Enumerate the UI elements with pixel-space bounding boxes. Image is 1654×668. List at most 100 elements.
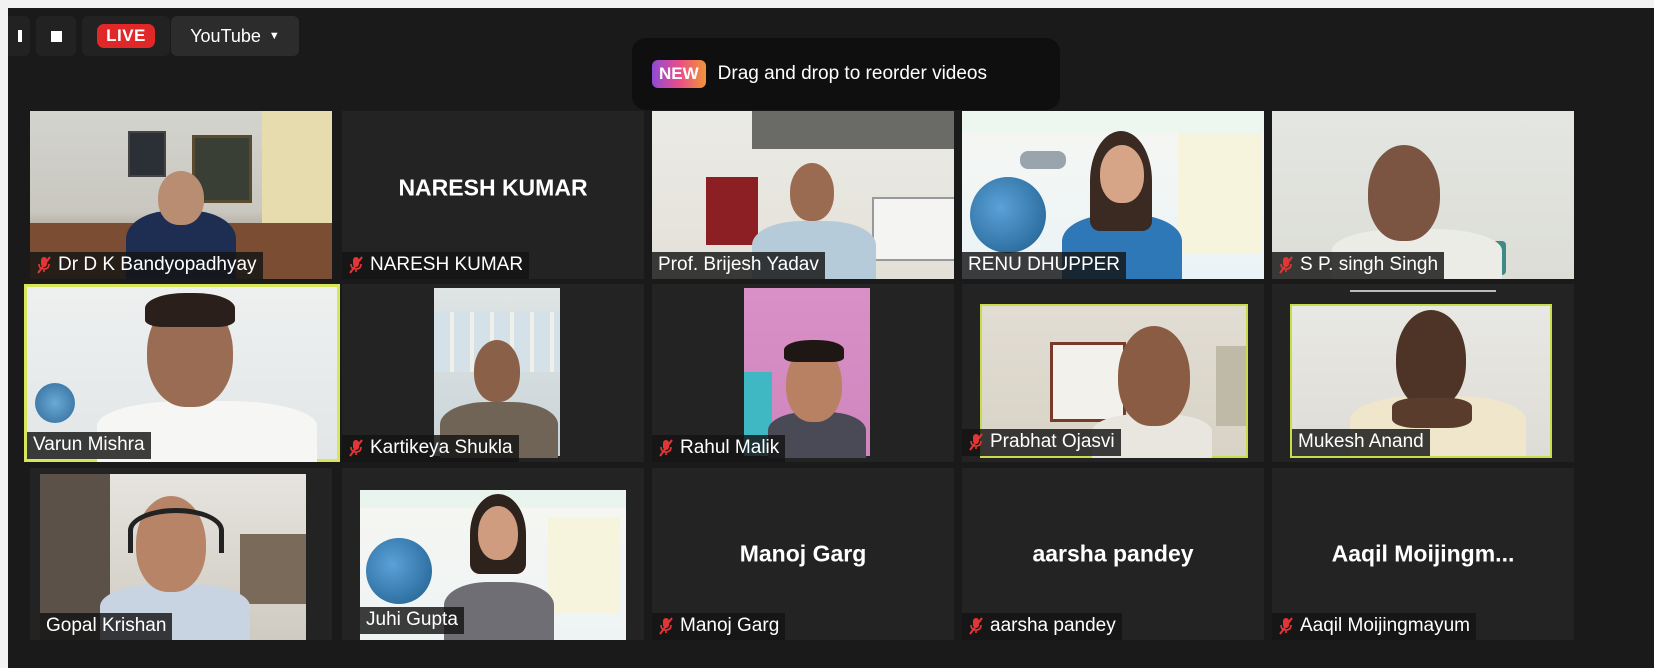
participant-name-label: Aaqil Moijingmayum — [1272, 613, 1477, 640]
pause-icon — [18, 30, 22, 42]
poster-text-panel — [548, 518, 620, 614]
live-indicator[interactable]: LIVE — [82, 16, 170, 56]
participant-name-text: Prabhat Ojasvi — [990, 431, 1115, 452]
globe-image — [35, 383, 75, 423]
person-head — [158, 171, 204, 225]
participant-name-label: Prof. Brijesh Yadav — [652, 252, 825, 279]
participant-tile[interactable]: aarsha pandey aarsha pandey — [962, 468, 1264, 640]
person-head — [1100, 145, 1144, 203]
pause-button[interactable] — [8, 16, 30, 56]
participant-name-label: Mukesh Anand — [1292, 429, 1430, 456]
participant-name-text: S P. singh Singh — [1300, 254, 1439, 275]
participant-name-text: Mukesh Anand — [1298, 431, 1424, 452]
desk-items — [240, 534, 306, 604]
person-head — [790, 163, 834, 221]
wall-frame — [128, 131, 166, 177]
participant-center-name: Aaqil Moijingm... — [1331, 540, 1515, 567]
participant-name-label: Manoj Garg — [652, 613, 786, 640]
headset — [128, 508, 224, 553]
participant-name-label: Juhi Gupta — [360, 607, 464, 634]
participant-name-label: Prabhat Ojasvi — [962, 429, 1121, 456]
muted-mic-icon — [348, 255, 364, 275]
participant-name-label: S P. singh Singh — [1272, 252, 1445, 279]
participant-name-text: Prof. Brijesh Yadav — [658, 254, 819, 275]
person-hair — [784, 340, 844, 362]
participant-tile[interactable]: Manoj Garg Manoj Garg — [652, 468, 954, 640]
person-head — [1118, 326, 1190, 426]
reorder-tip-banner: NEW Drag and drop to reorder videos — [632, 38, 1060, 110]
participant-name-text: Manoj Garg — [680, 615, 780, 636]
participant-tile[interactable]: S P. singh Singh — [1272, 111, 1574, 279]
window — [872, 197, 954, 261]
participant-name-text: Varun Mishra — [33, 434, 145, 455]
participant-center-name: NARESH KUMAR — [398, 174, 588, 201]
participant-name-text: Dr D K Bandyopadhyay — [58, 254, 257, 275]
participant-center-name: Manoj Garg — [739, 540, 867, 567]
globe-image — [366, 538, 432, 604]
participant-tile[interactable]: Prabhat Ojasvi — [962, 284, 1264, 462]
new-badge: NEW — [652, 60, 706, 88]
banner-text: Drag and drop to reorder videos — [717, 63, 987, 84]
participant-name-label: Rahul Malik — [652, 435, 786, 462]
muted-mic-icon — [968, 616, 984, 636]
streaming-platform-dropdown[interactable]: YouTube ▼ — [171, 16, 299, 56]
participant-tile[interactable]: Juhi Gupta — [342, 468, 644, 640]
participant-name-label: Kartikeya Shukla — [342, 435, 519, 462]
person-head — [1368, 145, 1440, 241]
divider — [1350, 290, 1496, 292]
participant-name-label: Varun Mishra — [27, 432, 151, 459]
platform-label: YouTube — [190, 25, 261, 46]
participant-name-text: Juhi Gupta — [366, 609, 458, 630]
participant-name-text: RENU DHUPPER — [968, 254, 1121, 275]
participant-name-text: Aaqil Moijingmayum — [1300, 615, 1471, 636]
caret-down-icon: ▼ — [268, 30, 280, 42]
muted-mic-icon — [1278, 255, 1294, 275]
participant-tile[interactable]: Gopal Krishan — [30, 468, 332, 640]
cabinet — [706, 177, 758, 245]
participant-tile[interactable]: Dr D K Bandyopadhyay — [30, 111, 332, 279]
muted-mic-icon — [658, 438, 674, 458]
person-head — [1396, 310, 1466, 408]
participant-tile[interactable]: Kartikeya Shukla — [342, 284, 644, 462]
notice-board — [1050, 342, 1126, 422]
person-hands — [1392, 398, 1472, 428]
window — [1216, 346, 1246, 426]
participant-tile[interactable]: Mukesh Anand — [1272, 284, 1574, 462]
participant-name-text: Rahul Malik — [680, 437, 780, 458]
participant-name-label: NARESH KUMAR — [342, 252, 530, 279]
participant-tile[interactable]: Rahul Malik — [652, 284, 954, 462]
participant-tile[interactable]: Prof. Brijesh Yadav — [652, 111, 954, 279]
poster-header — [962, 111, 1264, 133]
participant-name-label: Dr D K Bandyopadhyay — [30, 252, 263, 279]
person-head — [474, 340, 520, 402]
muted-mic-icon — [968, 432, 984, 452]
muted-mic-icon — [348, 438, 364, 458]
participant-center-name: aarsha pandey — [1032, 540, 1194, 567]
poster-text-panel — [1178, 123, 1262, 253]
person-head — [478, 506, 518, 560]
participant-tile[interactable]: RENU DHUPPER — [962, 111, 1264, 279]
participant-name-label: RENU DHUPPER — [962, 252, 1127, 279]
participant-name-text: aarsha pandey — [990, 615, 1116, 636]
participant-name-text: Gopal Krishan — [46, 615, 167, 636]
participant-tile[interactable]: Aaqil Moijingm... Aaqil Moijingmayum — [1272, 468, 1574, 640]
participant-video — [744, 288, 870, 458]
participant-name-label: Gopal Krishan — [40, 613, 173, 640]
tap-image — [1020, 151, 1066, 169]
participant-tile-active-speaker[interactable]: Varun Mishra — [24, 284, 340, 462]
muted-mic-icon — [658, 616, 674, 636]
muted-mic-icon — [1278, 616, 1294, 636]
participant-name-label: aarsha pandey — [962, 613, 1122, 640]
globe-image — [970, 177, 1046, 253]
person-hair — [145, 293, 235, 327]
meeting-window: LIVE YouTube ▼ NEW Drag and drop to reor… — [8, 8, 1654, 668]
live-badge: LIVE — [97, 24, 155, 48]
window — [752, 111, 954, 149]
muted-mic-icon — [36, 255, 52, 275]
participant-name-text: Kartikeya Shukla — [370, 437, 513, 458]
stop-icon — [50, 30, 62, 42]
stop-button[interactable] — [36, 16, 76, 56]
participant-video — [434, 288, 560, 458]
participant-name-text: NARESH KUMAR — [370, 254, 524, 275]
participant-tile[interactable]: NARESH KUMAR NARESH KUMAR — [342, 111, 644, 279]
